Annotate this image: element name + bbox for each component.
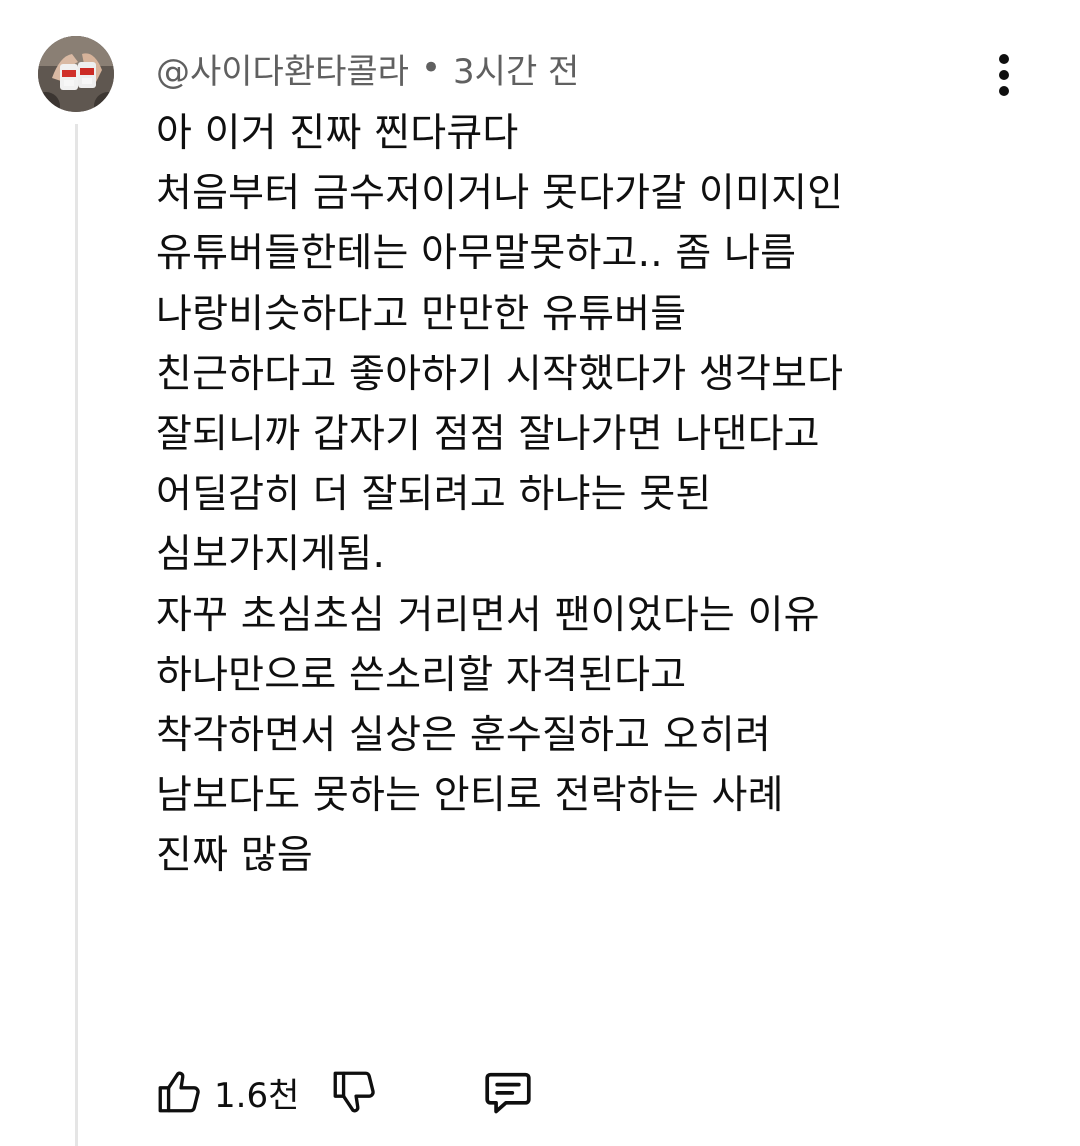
- comment-line: 나랑비슷하다고 만만한 유튜버들: [156, 291, 687, 337]
- like-count: 1.6천: [214, 1075, 300, 1116]
- thumbs-down-icon: [333, 1071, 376, 1113]
- comment-line: 진짜 많음: [156, 833, 313, 879]
- comment-line: 남보다도 못하는 안티로 전락하는 사례: [156, 773, 784, 819]
- avatar-image: [38, 36, 114, 112]
- avatar[interactable]: [38, 36, 114, 112]
- like-button[interactable]: [150, 1063, 208, 1121]
- thumbs-up-icon: [158, 1071, 200, 1113]
- comment-line: 유튜버들한테는 아무말못하고.. 좀 나름: [156, 231, 797, 277]
- comment-line: 친근하다고 좋아하기 시작했다가 생각보다: [156, 351, 844, 397]
- author-name[interactable]: @사이다환타콜라: [156, 44, 409, 93]
- dislike-button[interactable]: [325, 1063, 383, 1121]
- comment-text: 아 이거 진짜 찐다큐다 처음부터 금수저이거나 못다가갈 이미지인 유튜버들한…: [156, 104, 1036, 886]
- comment-timestamp[interactable]: 3시간 전: [453, 44, 579, 93]
- comment-line: 처음부터 금수저이거나 못다가갈 이미지인: [156, 171, 844, 217]
- comment-line: 하나만으로 쓴소리할 자격된다고: [156, 652, 687, 698]
- header-separator: •: [420, 48, 442, 88]
- more-options-button[interactable]: [984, 50, 1024, 100]
- comment-line: 착각하면서 실상은 훈수질하고 오히려: [156, 712, 772, 758]
- comment-line: 어딜감히 더 잘되려고 하냐는 못된: [156, 472, 712, 518]
- comment-actions: 1.6천: [150, 1060, 537, 1124]
- comment-line: 아 이거 진짜 찐다큐다: [156, 111, 519, 156]
- comment-line: 잘되니까 갑자기 점점 잘나가면 나댄다고: [156, 411, 820, 457]
- comment-line: 자꾸 초심초심 거리면서 팬이었다는 이유: [156, 592, 820, 638]
- comment-line: 심보가지게됨.: [156, 532, 386, 578]
- comment-header: @사이다환타콜라 • 3시간 전: [156, 38, 579, 98]
- thread-line: [75, 124, 78, 1146]
- reply-button[interactable]: [479, 1063, 537, 1121]
- comment-bubble-icon: [485, 1072, 532, 1114]
- vertical-dots-icon: [999, 54, 1009, 96]
